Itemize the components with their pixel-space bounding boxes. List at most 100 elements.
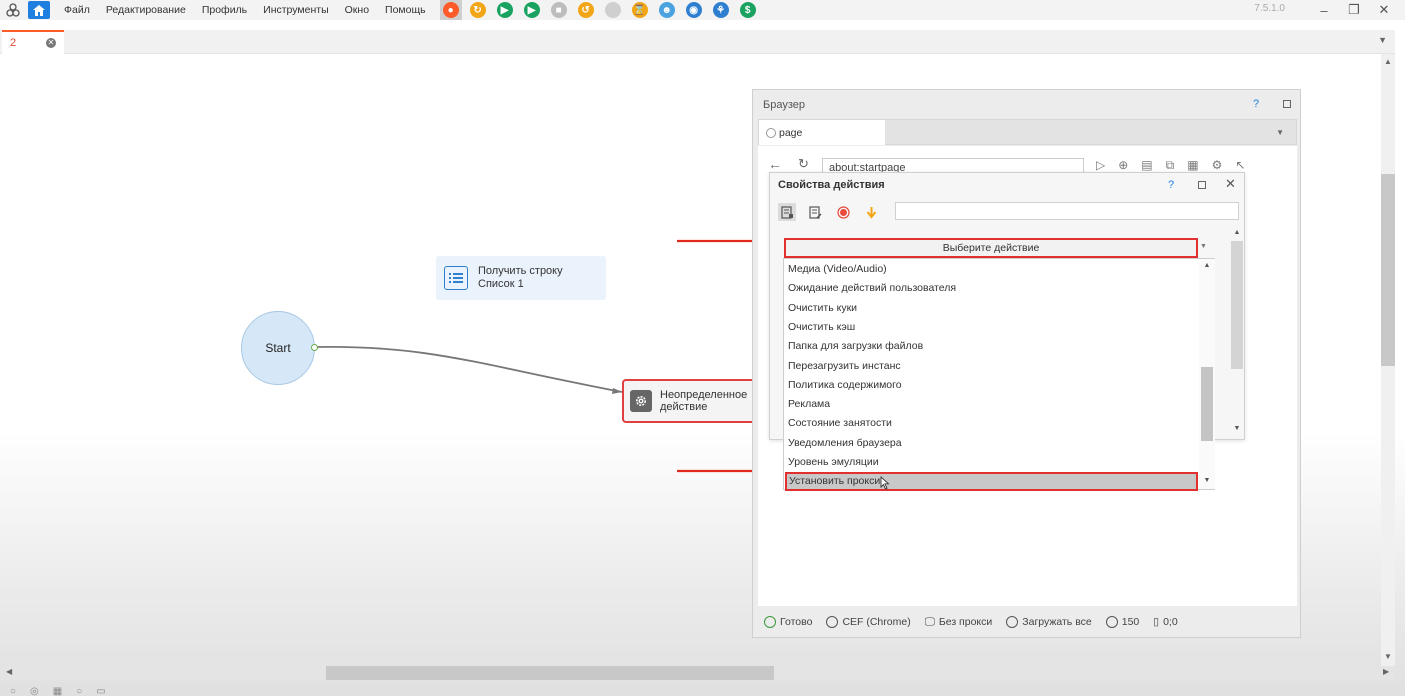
help-icon[interactable]: ? (1168, 179, 1174, 191)
reload-icon[interactable]: ↻ (798, 156, 809, 172)
properties-icon[interactable] (778, 203, 796, 221)
help-icon[interactable]: ? (1253, 98, 1259, 110)
menu-edit[interactable]: Редактирование (98, 4, 194, 16)
dropdown-option[interactable]: Состояние занятости (788, 414, 892, 433)
scroll-down-icon[interactable]: ▼ (1199, 477, 1215, 484)
settings-icon[interactable]: ⚙ (1212, 158, 1223, 173)
step-icon[interactable]: ▶ (521, 0, 543, 20)
menu-help[interactable]: Помощь (377, 4, 434, 16)
dropdown-scrollbar[interactable]: ▲ ▼ (1199, 259, 1215, 489)
scroll-right-icon[interactable]: ▶ (1383, 667, 1389, 676)
action-select[interactable]: Выберите действие (784, 238, 1198, 258)
menu-profile[interactable]: Профиль (194, 4, 255, 16)
tool-icon[interactable]: ◎ (30, 686, 39, 696)
dropdown-option[interactable]: Перезагрузить инстанс (788, 357, 901, 376)
tool-icon[interactable]: ▭ (96, 686, 105, 696)
dropdown-option[interactable]: Установить прокси (785, 472, 1198, 492)
tab-close-icon[interactable]: ✕ (46, 38, 56, 48)
hourglass-icon[interactable]: ⌛ (629, 0, 651, 20)
go-icon[interactable]: ▷ (1096, 158, 1105, 173)
node-subtitle: Список 1 (478, 278, 524, 290)
dropdown-option[interactable]: Медиа (Video/Audio) (788, 260, 887, 279)
scroll-up-icon[interactable]: ▲ (1381, 57, 1395, 66)
undefined-action-node[interactable]: Неопределенное действие (622, 379, 762, 423)
scroll-thumb[interactable] (1381, 174, 1395, 366)
minimize-icon[interactable]: – (1309, 3, 1339, 18)
dropdown-option[interactable]: Папка для загрузки файлов (788, 337, 923, 356)
undo-icon[interactable]: ↺ (575, 0, 597, 20)
stop-icon[interactable]: ■ (548, 0, 570, 20)
back-icon[interactable]: ← (768, 156, 782, 172)
arrow-down-icon[interactable] (862, 203, 880, 221)
scroll-left-icon[interactable]: ◀ (6, 667, 12, 676)
start-node-label: Start (265, 341, 291, 355)
menu-window[interactable]: Окно (337, 4, 377, 16)
dropdown-option[interactable]: Политика содержимого (788, 376, 902, 395)
grid-icon[interactable]: ▦ (53, 686, 62, 696)
home-button[interactable] (28, 1, 50, 19)
dollar-icon[interactable]: $ (737, 0, 759, 20)
notes-icon[interactable] (806, 203, 824, 221)
play-icon[interactable]: ▶ (494, 0, 516, 20)
record-icon[interactable] (834, 203, 852, 221)
bottom-toolbar: ○ ◎ ▦ ○ ▭ (10, 686, 106, 696)
maximize-icon[interactable] (1283, 100, 1291, 108)
cursor-icon[interactable]: ↖ (1235, 158, 1245, 173)
scroll-thumb[interactable] (1201, 367, 1213, 441)
scroll-up-icon[interactable]: ▲ (1230, 229, 1244, 236)
browser-tab-page[interactable]: page (759, 120, 885, 145)
menu-file[interactable]: Файл (56, 4, 98, 16)
scroll-down-icon[interactable]: ▼ (1230, 425, 1244, 432)
circle-icon[interactable] (602, 0, 624, 20)
get-string-node[interactable]: Получить строку Список 1 (436, 256, 606, 300)
dialog-scrollbar[interactable]: ▲ ▼ (1230, 229, 1244, 435)
tool-icon[interactable]: ○ (76, 686, 82, 696)
network-icon[interactable]: ⚘ (710, 0, 732, 20)
tab-label: 2 (10, 37, 17, 49)
tool-icon[interactable]: ○ (10, 686, 16, 696)
refresh-icon[interactable]: ↻ (467, 0, 489, 20)
scroll-thumb[interactable] (1231, 241, 1243, 369)
chevron-down-icon[interactable]: ▼ (1276, 128, 1284, 137)
screenshot-icon[interactable]: ⧉ (1166, 158, 1175, 173)
dropdown-option[interactable]: Уведомления браузера (788, 434, 902, 453)
canvas-vertical-scrollbar[interactable]: ▲ ▼ (1381, 54, 1395, 666)
status-ready: Готово (764, 616, 812, 628)
save-icon[interactable]: ▦ (1187, 158, 1198, 173)
status-load[interactable]: Загружать все (1006, 616, 1092, 628)
chevron-down-icon[interactable]: ▼ (1200, 243, 1207, 250)
scroll-down-icon[interactable]: ▼ (1381, 652, 1395, 661)
tab-dropdown-icon[interactable]: ▼ (1378, 35, 1387, 45)
dropdown-option[interactable]: Уровень эмуляции (788, 453, 879, 472)
eye-icon-glyph: ◉ (685, 2, 702, 18)
dropdown-option[interactable]: Реклама (788, 395, 830, 414)
scroll-thumb[interactable] (326, 666, 774, 680)
menu-tools[interactable]: Инструменты (255, 4, 336, 16)
close-icon[interactable]: ✕ (1225, 176, 1236, 192)
step-icon-glyph: ▶ (523, 2, 540, 18)
tab-project[interactable]: 2 ✕ (2, 30, 64, 54)
browser-tab-label: page (779, 126, 803, 139)
user-icon[interactable]: ☻ (656, 0, 678, 20)
status-timeout[interactable]: 150 (1105, 616, 1139, 628)
network-icon-glyph: ⚘ (712, 2, 729, 18)
eye-icon[interactable]: ◉ (683, 0, 705, 20)
status-engine[interactable]: CEF (Chrome) (826, 616, 911, 628)
zoom-icon[interactable]: ⊕ (1118, 158, 1128, 173)
dropdown-option[interactable]: Ожидание действий пользователя (788, 279, 956, 298)
close-icon[interactable]: ✕ (1369, 2, 1399, 18)
scroll-up-icon[interactable]: ▲ (1199, 262, 1215, 269)
app-logo-icon[interactable] (2, 0, 24, 20)
start-output-port[interactable] (311, 344, 318, 351)
search-input[interactable] (895, 202, 1239, 220)
status-proxy[interactable]: 🖵 Без прокси (925, 616, 993, 629)
dropdown-option[interactable]: Очистить куки (788, 299, 857, 318)
maximize-icon[interactable] (1198, 181, 1206, 189)
canvas-horizontal-scrollbar[interactable]: ◀ ▶ (0, 666, 1395, 680)
start-node[interactable]: Start (241, 311, 315, 385)
source-icon[interactable]: ▤ (1141, 158, 1152, 173)
dropdown-option[interactable]: Очистить кэш (788, 318, 855, 337)
record-icon[interactable]: ● (439, 0, 462, 20)
mouse-cursor-icon (880, 476, 890, 490)
restore-icon[interactable]: ❐ (1339, 2, 1369, 18)
